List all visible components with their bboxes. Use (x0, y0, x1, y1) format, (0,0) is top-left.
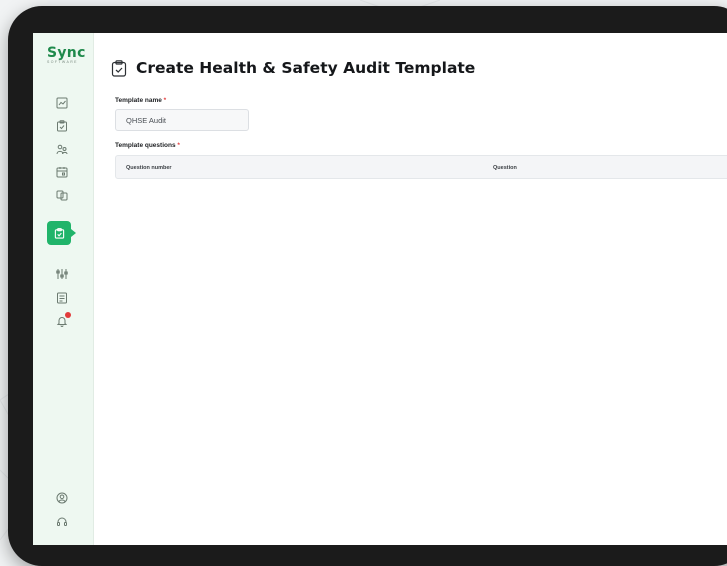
notification-badge (65, 312, 71, 318)
app-screen: Sync SOFTWARE Create Health & Safety Aud… (33, 33, 727, 545)
people-icon[interactable] (53, 140, 71, 158)
template-name-label-text: Template name (115, 97, 162, 104)
required-mark: * (177, 142, 180, 149)
required-mark: * (163, 97, 167, 104)
headset-icon[interactable] (53, 513, 71, 531)
notification-bell-icon[interactable] (53, 312, 71, 330)
folder-copy-icon[interactable] (53, 186, 71, 204)
sidebar: Sync SOFTWARE (33, 33, 94, 545)
template-questions-label: Template questions * (115, 142, 180, 149)
template-name-input[interactable]: QHSE Audit (115, 109, 249, 131)
audit-template-icon[interactable] (47, 221, 76, 245)
page-header: Create Health & Safety Audit Template (111, 59, 475, 77)
user-icon[interactable] (53, 489, 71, 507)
calendar-icon[interactable] (53, 163, 71, 181)
brand-name: Sync (47, 45, 86, 61)
clipboard-check-icon (111, 59, 127, 77)
brand-logo[interactable]: Sync SOFTWARE (47, 45, 86, 64)
tablet-frame: Sync SOFTWARE Create Health & Safety Aud… (8, 6, 727, 566)
template-questions-label-text: Template questions (115, 142, 176, 149)
chart-icon[interactable] (53, 94, 71, 112)
main-content: Create Health & Safety Audit Template Te… (93, 33, 727, 545)
page-title: Create Health & Safety Audit Template (136, 59, 476, 77)
template-name-label: Template name * (115, 97, 166, 104)
questions-table-header: Question number Question (115, 155, 727, 179)
column-question-number[interactable]: Question number (126, 165, 172, 171)
report-icon[interactable] (53, 289, 71, 307)
clipboard-icon[interactable] (53, 117, 71, 135)
adjustments-icon[interactable] (53, 265, 71, 283)
column-question[interactable]: Question (493, 165, 517, 171)
template-name-value: QHSE Audit (126, 115, 167, 125)
